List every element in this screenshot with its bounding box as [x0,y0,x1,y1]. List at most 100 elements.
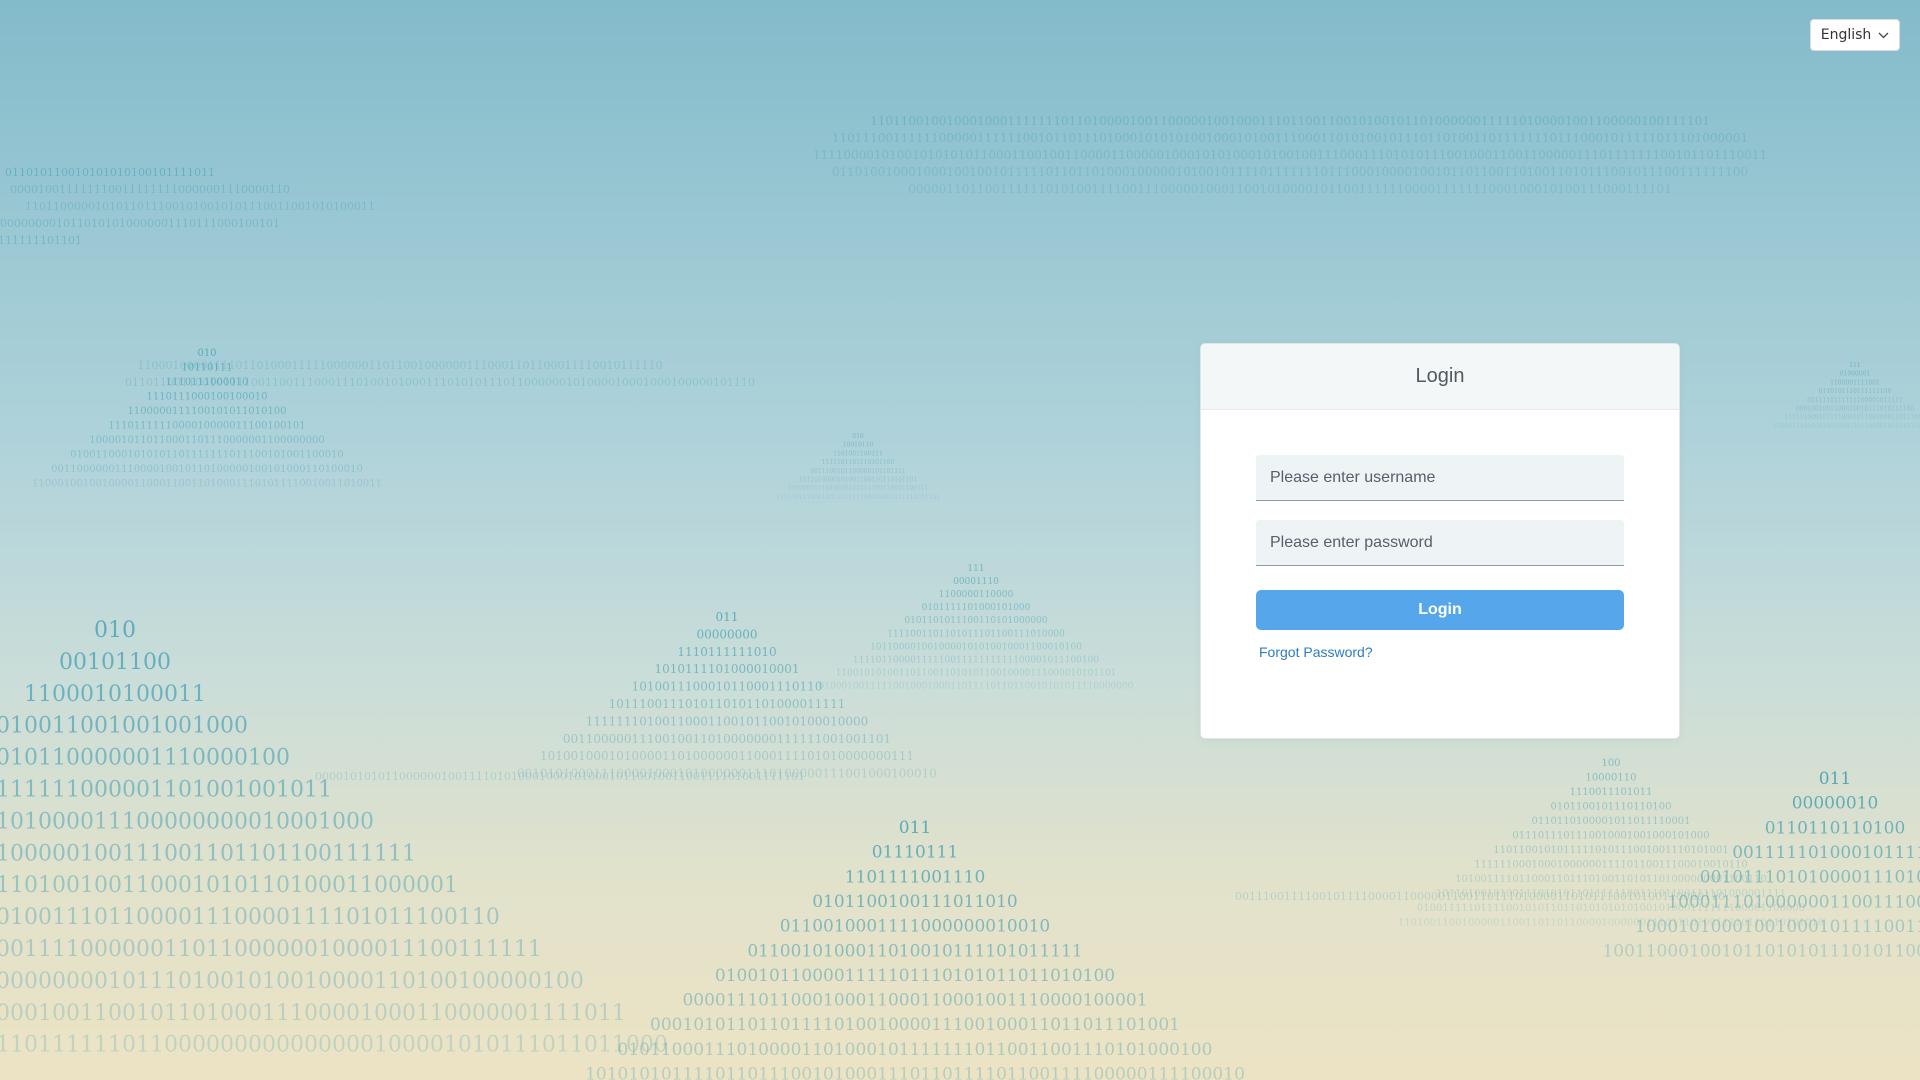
svg-text:000101011100010000010011100110: 0001010111000100000100111001101101100111… [0,841,416,866]
svg-text:0011111010001011111: 0011111010001011111 [1732,843,1920,863]
svg-text:001100011110100001110000000001: 0011000111101000011100000000010001000 [0,809,374,834]
svg-text:1110011101011: 1110011101011 [1570,787,1653,798]
svg-text:010011000101010110111111101110: 0100110001010101101111111011100101001100… [70,450,344,461]
svg-text:001100000011100001001011010000: 0011000000111000010010110100000100101000… [51,464,363,475]
svg-text:00001110: 00001110 [953,577,999,587]
svg-text:100001111000010010001101100001: 1000011110000100100011011000010010101010… [1773,423,1920,430]
svg-text:111011111100001000001110010010: 1110111111000010000011100100101 [108,421,305,432]
svg-text:111111101001100011001011001010: 1111111010011000110010110010100010000 [586,714,869,728]
svg-text:101001000101000011010000001100: 1010010001010000110100000011000111101010… [540,749,914,763]
svg-text:01110111: 01110111 [872,843,959,863]
svg-text:1100010100011: 1100010100011 [24,682,206,707]
login-form: Login Forgot Password? [1201,410,1679,661]
svg-text:1111101101110101100: 1111101101110101100 [822,459,895,466]
svg-text:0101101011100110101000000: 0101101011100110101000000 [904,616,1047,626]
svg-text:000001101100111111010100111100: 0000011011001111110101001111001110000010… [908,182,1671,196]
svg-text:001010100011100001000101000000: 0010101000111000010001010000001110100000… [517,767,937,781]
svg-text:010001001111100100010001101111: 0100010011111001000100011011110110110010… [819,681,1134,691]
svg-text:0110110100001011011110001: 0110110100001011011110001 [1531,816,1690,827]
svg-text:001100000111001001101000000011: 0011000001110010011010000000111111001001… [563,732,891,746]
svg-text:010011111011110010101101101010: 0100111110111100101011011010101010100101… [1417,903,1805,914]
svg-text:010: 010 [852,433,864,440]
svg-text:00000010: 00000010 [1792,794,1879,814]
svg-text:100110001001011010101110101100: 1001100010010110101011101011001011101100… [1602,942,1920,962]
svg-text:101001111011000110111010011010: 1010011110110001101110100110101101000000… [1455,874,1767,885]
language-select[interactable]: English [1810,19,1900,51]
svg-text:011010010001000100100101111101: 0110100100010001001001011111011011010001… [832,165,1748,179]
svg-text:100001011011000110111000000110: 1000010110110001101110000001100000000 [89,435,324,446]
svg-text:1010010110000001110000100: 1010010110000001110000100 [0,746,290,771]
svg-text:011111000011101001000000111100: 0111110000111010010000001111000000110110… [0,937,542,962]
svg-text:0110010001111000000010010: 0110010001111000000010010 [780,917,1050,937]
login-card: Login Login Forgot Password? [1200,343,1680,739]
svg-text:0111111111111100001011111: 0111111111111100001011111 [1807,397,1902,404]
svg-text:00000000: 00000000 [696,627,757,641]
svg-text:101010101111011011100101000111: 1010101011110110111001010001110110111101… [585,1065,1245,1080]
svg-text:10000110: 10000110 [1586,773,1637,784]
svg-text:100111011101100011010010011000: 1001110111011000110100100110001010110100… [0,873,458,898]
svg-text:1100000110000: 1100000110000 [939,590,1014,600]
forgot-password-link[interactable]: Forgot Password? [1259,644,1373,660]
chevron-down-icon [1878,32,1889,38]
svg-text:011010110010101010100101111011: 011010110010101010100101111011 [5,166,215,179]
svg-text:111100111000100110111110001000: 1111001110001001101111100010000111110011… [776,494,940,501]
svg-text:01000001: 01000001 [1840,371,1871,378]
svg-text:110001001001000011000110011010: 1100010010010000110001100110100011101011… [32,479,382,490]
svg-text:011001010001101001011110101111: 0110010100011010010111101011111 [747,941,1082,961]
svg-text:00101100: 00101100 [59,650,171,675]
password-input[interactable] [1268,532,1612,553]
svg-text:000010011111110011111111000000: 0000100111111100111111110000001110000110 [10,183,290,196]
svg-text:110010101001101100110101011001: 1100101010011011001101010110010000111000… [836,668,1117,678]
svg-text:011: 011 [1819,769,1851,789]
svg-text:1100000111100101011010100: 1100000111100101011010100 [127,406,286,417]
svg-text:100: 100 [1601,758,1620,769]
svg-text:0110101110111111100: 0110101110111111100 [1819,388,1892,395]
svg-text:001110011110010111100001100000: 0011100111100101111000011000001100110111… [1235,890,1725,903]
svg-text:000101011011011110100100001110: 0001010110110111101001000011100100011011… [650,1015,1180,1035]
svg-text:011: 011 [716,610,739,624]
svg-text:000010101011000000100111101010: 0000101010110000001001111010100010001010… [315,770,805,783]
svg-text:1110111000100100010: 1110111000100100010 [147,392,268,403]
svg-text:111101100001111100111111111110: 1111011000011111001111111111100001011100… [853,655,1099,665]
svg-text:011: 011 [899,818,931,838]
svg-text:101000011101000010111110011000: 1010000111010000101111100110001100111 [787,485,928,492]
svg-text:010: 010 [197,348,216,359]
svg-text:110110010101111101011100100111: 1101100101011111010111001001110101001 [1493,845,1728,856]
svg-text:0101100100111011010: 0101100100111011010 [812,892,1018,912]
svg-text:110100110010000011001101101100: 1101001100100000110011011011000010000001… [1398,918,1824,929]
svg-text:110111001111110000011111100101: 1101110011111100000111111001011011101000… [832,131,1748,145]
svg-text:1110111111010: 1110111111010 [677,645,776,659]
svg-text:110110000010101101110010100101: 1101100000101011011100101001010111001100… [25,200,375,213]
svg-text:0011100101100000101101111: 0011100101100000101101111 [810,468,905,475]
svg-text:100010100010010001011110011100: 1000101000100100010111100111001010111 [1635,917,1920,937]
svg-text:0010011001001001000: 0010011001001001000 [0,714,248,739]
svg-text:011101110111001000100100010100: 0111011101110010001001000101000 [1512,831,1709,842]
password-field[interactable] [1256,520,1624,566]
svg-text:110001000011110110100011111000: 1100010000111101101000111110000001101100… [138,359,663,372]
svg-text:1010111101000010001: 1010111101000010001 [654,662,799,676]
username-input[interactable] [1268,467,1612,488]
svg-text:111111101101: 111111101101 [0,234,82,247]
svg-text:111100001010010101010110001100: 1111000010100101010101100011001001100001… [813,148,1767,162]
svg-text:001010011011000000011100000000: 0010100110110000000111000000000001011101… [0,969,584,994]
svg-text:010: 010 [94,618,136,643]
svg-text:0101100101110110100: 0101100101110110100 [1551,802,1672,813]
svg-text:000011101100010001100011000100: 0000111011000100011000110001001110000100… [682,991,1147,1011]
svg-text:000101100000011010001001110110: 0001011000000110100010011101100001110000… [0,905,500,930]
svg-text:1100001111001: 1100001111001 [1830,379,1880,386]
svg-text:1101001100111: 1101001100111 [833,450,883,457]
svg-text:111111000101111000101100100011: 1111110001011110001011001000110111000 [1784,414,1920,421]
login-title: Login [1415,365,1465,387]
svg-text:000100100110001001011101011110: 0001001001100010010111010111100 [1796,406,1915,413]
login-button[interactable]: Login [1256,590,1624,630]
svg-text:0110110110100: 0110110110100 [1765,818,1906,838]
svg-text:101101000010100110011011010110: 1011010000101001100110110101101 [799,477,917,484]
svg-text:010110001110100001101000101111: 0101100011101000011010001011111110110011… [618,1040,1213,1060]
svg-text:111: 111 [1849,362,1860,369]
svg-text:10010110: 10010110 [843,442,874,449]
username-field[interactable] [1256,455,1624,501]
svg-text:1101111001110: 1101111001110 [845,867,986,887]
svg-text:0101111101000101000: 0101111101000101000 [922,603,1031,613]
svg-text:100011111100101000011000111001: 1000111111001010000110001110011110111111… [0,1033,668,1058]
svg-text:1110111000010: 1110111000010 [166,377,249,388]
